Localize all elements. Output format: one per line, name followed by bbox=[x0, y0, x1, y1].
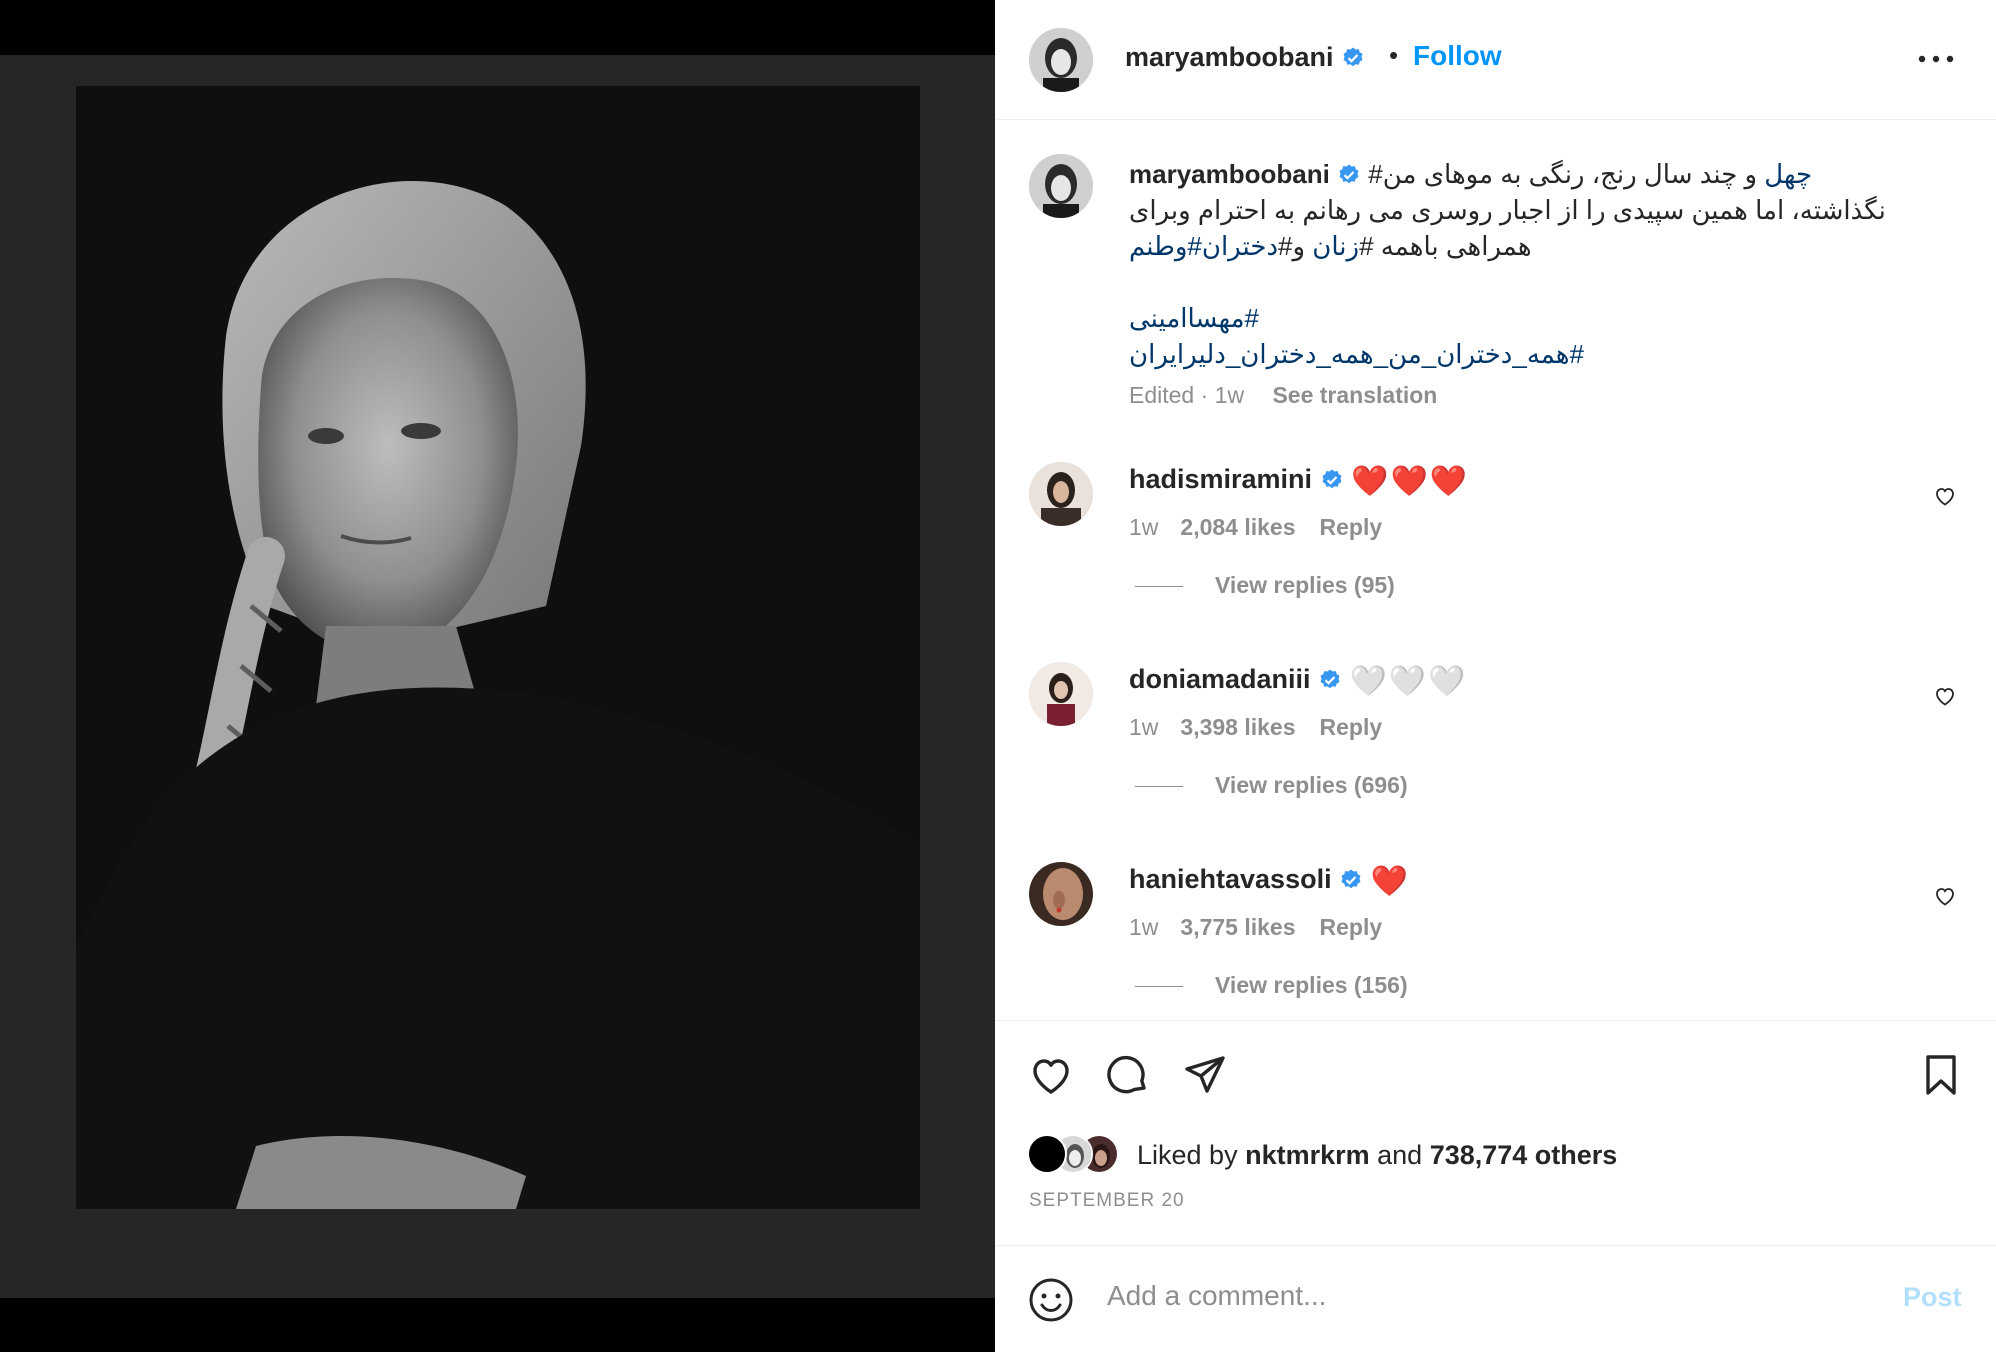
comment-composer: Post bbox=[995, 1245, 1996, 1352]
verified-badge-icon bbox=[1341, 869, 1361, 889]
replies-divider bbox=[1135, 586, 1183, 588]
hashtag-link[interactable]: چهل bbox=[1764, 159, 1812, 189]
hashtag-link[interactable]: دختران bbox=[1202, 231, 1278, 261]
comments-scroll-area[interactable]: maryamboobani چهل و چند سال رنج، رنگی به… bbox=[995, 120, 1996, 1020]
verified-badge-icon bbox=[1322, 469, 1342, 489]
post-header: maryamboobani • Follow bbox=[995, 0, 1996, 120]
reply-button[interactable]: Reply bbox=[1320, 714, 1383, 740]
verified-badge-icon bbox=[1339, 164, 1359, 184]
hashtag-link[interactable]: زنان bbox=[1312, 231, 1359, 261]
post-actions: Liked by nktmrkrm and 738,774 others SEP… bbox=[995, 1020, 1996, 1245]
comment-item: doniamadaniii 🤍🤍🤍 1w 3,398 likes Reply Vie… bbox=[995, 662, 1996, 862]
commenter-avatar[interactable] bbox=[1029, 662, 1093, 726]
hashtag-link[interactable]: #همه_دختران_من_همه_دختران_دلیرایران bbox=[1129, 336, 1889, 372]
bookmark-icon[interactable] bbox=[1917, 1051, 1965, 1099]
replies-divider bbox=[1135, 986, 1183, 988]
comment-text: ❤️❤️❤️ bbox=[1351, 465, 1470, 498]
caption-text: maryamboobani چهل و چند سال رنج، رنگی به… bbox=[1129, 156, 1889, 372]
reply-button[interactable]: Reply bbox=[1320, 914, 1383, 940]
caption-line1-text: و چند سال رنج، رنگی به موهای من# bbox=[1368, 159, 1765, 189]
comment-likes[interactable]: 2,084 likes bbox=[1180, 514, 1295, 540]
view-replies-label[interactable]: View replies (95) bbox=[1215, 572, 1395, 598]
comment-input[interactable] bbox=[1107, 1270, 1787, 1322]
view-replies-button[interactable]: View replies (156) bbox=[1135, 972, 1408, 999]
comment-likes[interactable]: 3,398 likes bbox=[1180, 714, 1295, 740]
commenter-username[interactable]: haniehtavassoli bbox=[1129, 864, 1332, 894]
heart-icon[interactable] bbox=[1027, 1051, 1075, 1099]
comment-body: haniehtavassoli ❤️ bbox=[1129, 864, 1410, 899]
view-replies-button[interactable]: View replies (95) bbox=[1135, 572, 1395, 599]
post-date[interactable]: SEPTEMBER 20 bbox=[1029, 1190, 1185, 1212]
follow-button[interactable]: Follow bbox=[1413, 40, 1502, 72]
post-panel: maryamboobani • Follow maryamboobani چهل… bbox=[995, 0, 1996, 1352]
caption-avatar[interactable] bbox=[1029, 154, 1093, 218]
likes-prefix: Liked by bbox=[1137, 1140, 1246, 1170]
view-replies-label[interactable]: View replies (156) bbox=[1215, 972, 1408, 998]
liker-username[interactable]: nktmrkrm bbox=[1245, 1140, 1370, 1170]
comment-item: haniehtavassoli ❤️ 1w 3,775 likes Reply Vi… bbox=[995, 862, 1996, 1020]
see-translation-link[interactable]: See translation bbox=[1272, 382, 1437, 408]
comment-likes[interactable]: 3,775 likes bbox=[1180, 914, 1295, 940]
edited-timestamp: Edited · 1w bbox=[1129, 382, 1245, 408]
comment-text: ❤️ bbox=[1370, 865, 1410, 898]
author-avatar[interactable] bbox=[1029, 28, 1093, 92]
comment-text: 🤍🤍🤍 bbox=[1349, 665, 1468, 698]
verified-badge-icon bbox=[1343, 47, 1363, 67]
caption-line3-text: همراهی باهمه # bbox=[1359, 231, 1532, 261]
emoji-icon[interactable] bbox=[1027, 1276, 1075, 1324]
comment-meta: 1w 3,398 likes Reply bbox=[1129, 714, 1382, 741]
commenter-avatar[interactable] bbox=[1029, 862, 1093, 926]
header-separator: • bbox=[1389, 40, 1399, 70]
caption-line3-and: و# bbox=[1278, 231, 1313, 261]
likes-text: Liked by nktmrkrm and 738,774 others bbox=[1137, 1140, 1617, 1171]
comment-like-heart-icon[interactable] bbox=[1933, 884, 1957, 908]
view-replies-label[interactable]: View replies (696) bbox=[1215, 772, 1408, 798]
comment-like-heart-icon[interactable] bbox=[1933, 484, 1957, 508]
share-icon[interactable] bbox=[1181, 1051, 1229, 1099]
commenter-username[interactable]: hadismiramini bbox=[1129, 464, 1312, 494]
post-comment-button[interactable]: Post bbox=[1903, 1282, 1962, 1313]
comment-body: doniamadaniii 🤍🤍🤍 bbox=[1129, 664, 1468, 699]
author-username[interactable]: maryamboobani bbox=[1125, 42, 1365, 73]
hashtag-link[interactable]: #وطنم bbox=[1129, 231, 1202, 261]
caption-username[interactable]: maryamboobani bbox=[1129, 159, 1330, 189]
reply-button[interactable]: Reply bbox=[1320, 514, 1383, 540]
likes-count-link[interactable]: 738,774 others bbox=[1430, 1140, 1618, 1170]
post-photo[interactable] bbox=[76, 86, 920, 1209]
comment-like-heart-icon[interactable] bbox=[1933, 684, 1957, 708]
comment-item: hadismiramini ❤️❤️❤️ 1w 2,084 likes Reply … bbox=[995, 462, 1996, 662]
author-username-text[interactable]: maryamboobani bbox=[1125, 42, 1334, 72]
comment-body: hadismiramini ❤️❤️❤️ bbox=[1129, 464, 1469, 499]
comment-meta: 1w 2,084 likes Reply bbox=[1129, 514, 1382, 541]
verified-badge-icon bbox=[1320, 669, 1340, 689]
post-media[interactable] bbox=[0, 0, 995, 1352]
caption-meta: Edited · 1w See translation bbox=[1129, 382, 1437, 409]
portrait-illustration bbox=[76, 86, 920, 1209]
likes-and: and bbox=[1369, 1140, 1430, 1170]
comment-icon[interactable] bbox=[1103, 1051, 1151, 1099]
comment-time: 1w bbox=[1129, 514, 1159, 540]
view-replies-button[interactable]: View replies (696) bbox=[1135, 772, 1408, 799]
more-options-icon[interactable] bbox=[1915, 44, 1957, 74]
commenter-username[interactable]: doniamadaniii bbox=[1129, 664, 1311, 694]
comment-meta: 1w 3,775 likes Reply bbox=[1129, 914, 1382, 941]
comment-time: 1w bbox=[1129, 714, 1159, 740]
likers-avatar-stack[interactable] bbox=[1027, 1134, 1137, 1174]
hashtag-link[interactable]: #مهساامینی bbox=[1129, 300, 1889, 336]
comment-time: 1w bbox=[1129, 914, 1159, 940]
replies-divider bbox=[1135, 786, 1183, 788]
caption-line2: نگذاشته، اما همین سپیدی را از اجبار روسر… bbox=[1129, 195, 1886, 225]
liker-avatar bbox=[1027, 1134, 1067, 1174]
caption-line1: چهل و چند سال رنج، رنگی به موهای من# bbox=[1368, 159, 1812, 189]
commenter-avatar[interactable] bbox=[1029, 462, 1093, 526]
caption-line3: همراهی باهمه #زنان و#دختران#وطنم bbox=[1129, 228, 1889, 264]
